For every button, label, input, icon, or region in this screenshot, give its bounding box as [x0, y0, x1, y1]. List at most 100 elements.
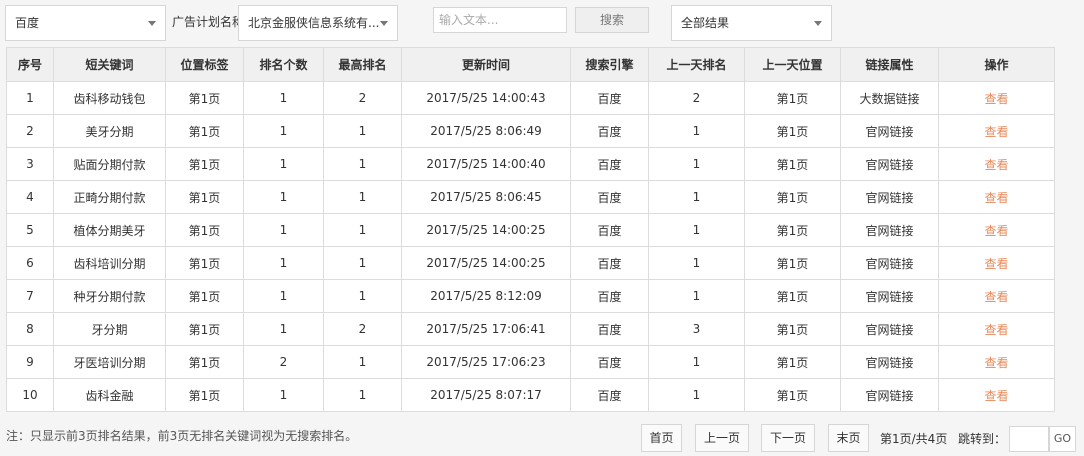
chevron-down-icon	[380, 21, 388, 26]
cell-position-tag: 第1页	[165, 213, 244, 247]
next-page-button[interactable]: 下一页	[761, 424, 815, 452]
header-link-type: 链接属性	[840, 47, 939, 82]
view-link[interactable]: 查看	[938, 279, 1055, 313]
cell-keyword: 美牙分期	[53, 114, 166, 148]
view-link[interactable]: 查看	[938, 81, 1055, 115]
cell-search-engine: 百度	[570, 180, 649, 214]
cell-prev-position: 第1页	[744, 345, 841, 379]
cell-prev-rank: 1	[648, 279, 745, 313]
table-row: 9 牙医培训分期 第1页 2 1 2017/5/25 17:06:23 百度 1 第1页 官网链接…	[6, 345, 1055, 379]
cell-best-rank: 2	[323, 312, 402, 346]
table-row: 1 齿科移动钱包 第1页 1 2 2017/5/25 14:00:43 百度 2 第1页 大数据链…	[6, 81, 1055, 115]
cell-position-tag: 第1页	[165, 378, 244, 412]
cell-best-rank: 1	[323, 180, 402, 214]
view-link[interactable]: 查看	[938, 378, 1055, 412]
table-row: 10 齿科金融 第1页 1 1 2017/5/25 8:07:17 百度 1 第1页 官网链接 查看	[6, 378, 1055, 412]
view-link[interactable]: 查看	[938, 147, 1055, 181]
table-row: 2 美牙分期 第1页 1 1 2017/5/25 8:06:49 百度 1 第1页 官网链接 查看	[6, 114, 1055, 148]
cell-best-rank: 1	[323, 345, 402, 379]
chevron-down-icon	[148, 21, 156, 26]
cell-keyword: 植体分期美牙	[53, 213, 166, 247]
jump-label: 跳转到：	[958, 432, 1007, 446]
view-link[interactable]: 查看	[938, 246, 1055, 280]
search-engine-select-value: 百度	[15, 16, 40, 30]
cell-update-time: 2017/5/25 14:00:25	[401, 213, 571, 247]
cell-best-rank: 1	[323, 378, 402, 412]
cell-prev-rank: 1	[648, 213, 745, 247]
cell-best-rank: 1	[323, 279, 402, 313]
cell-search-engine: 百度	[570, 114, 649, 148]
cell-search-engine: 百度	[570, 312, 649, 346]
cell-update-time: 2017/5/25 8:06:49	[401, 114, 571, 148]
table-row: 5 植体分期美牙 第1页 1 1 2017/5/25 14:00:25 百度 1 第1页 官网链接…	[6, 213, 1055, 247]
cell-rank-count: 1	[243, 279, 324, 313]
cell-prev-rank: 1	[648, 147, 745, 181]
view-link[interactable]: 查看	[938, 213, 1055, 247]
view-link[interactable]: 查看	[938, 114, 1055, 148]
cell-index: 1	[6, 81, 54, 115]
header-index: 序号	[6, 47, 54, 82]
cell-position-tag: 第1页	[165, 279, 244, 313]
cell-search-engine: 百度	[570, 213, 649, 247]
plan-label: 广告计划名称	[172, 15, 238, 29]
cell-rank-count: 1	[243, 114, 324, 148]
search-input[interactable]: 输入文本...	[433, 7, 567, 33]
search-button[interactable]: 搜索	[575, 7, 649, 33]
result-filter-select-value: 全部结果	[681, 16, 730, 30]
cell-update-time: 2017/5/25 17:06:41	[401, 312, 571, 346]
cell-index: 6	[6, 246, 54, 280]
result-filter-select[interactable]: 全部结果	[671, 5, 832, 41]
cell-best-rank: 1	[323, 213, 402, 247]
cell-prev-rank: 3	[648, 312, 745, 346]
first-page-button[interactable]: 首页	[641, 424, 682, 452]
cell-best-rank: 1	[323, 114, 402, 148]
header-action: 操作	[938, 47, 1055, 82]
cell-search-engine: 百度	[570, 147, 649, 181]
header-position-tag: 位置标签	[165, 47, 244, 82]
cell-best-rank: 1	[323, 147, 402, 181]
view-link[interactable]: 查看	[938, 312, 1055, 346]
cell-position-tag: 第1页	[165, 81, 244, 115]
cell-rank-count: 2	[243, 345, 324, 379]
cell-index: 5	[6, 213, 54, 247]
cell-keyword: 牙医培训分期	[53, 345, 166, 379]
table-row: 3 贴面分期付款 第1页 1 1 2017/5/25 14:00:40 百度 1 第1页 官网链接…	[6, 147, 1055, 181]
cell-update-time: 2017/5/25 14:00:25	[401, 246, 571, 280]
search-engine-select[interactable]: 百度	[5, 5, 166, 41]
cell-update-time: 2017/5/25 17:06:23	[401, 345, 571, 379]
cell-search-engine: 百度	[570, 246, 649, 280]
cell-keyword: 正畸分期付款	[53, 180, 166, 214]
chevron-down-icon	[814, 21, 822, 26]
jump-page-input[interactable]	[1009, 426, 1049, 452]
cell-keyword: 齿科移动钱包	[53, 81, 166, 115]
table-row: 7 种牙分期付款 第1页 1 1 2017/5/25 8:12:09 百度 1 第1页 官网链接查…	[6, 279, 1055, 313]
header-search-engine: 搜索引擎	[570, 47, 649, 82]
keyword-ranking-table: 序号 短关键词 位置标签 排名个数 最高排名 更新时间 搜索引擎 上一天排名 上一天位置 链接属性…	[6, 47, 1055, 412]
cell-index: 3	[6, 147, 54, 181]
last-page-button[interactable]: 末页	[828, 424, 869, 452]
cell-index: 7	[6, 279, 54, 313]
cell-index: 8	[6, 312, 54, 346]
view-link[interactable]: 查看	[938, 180, 1055, 214]
cell-update-time: 2017/5/25 14:00:43	[401, 81, 571, 115]
go-button[interactable]: GO	[1049, 426, 1076, 452]
cell-update-time: 2017/5/25 8:07:17	[401, 378, 571, 412]
cell-prev-rank: 1	[648, 114, 745, 148]
view-link[interactable]: 查看	[938, 345, 1055, 379]
cell-search-engine: 百度	[570, 279, 649, 313]
plan-select[interactable]: 北京金服侠信息系统有...	[238, 5, 398, 41]
cell-index: 2	[6, 114, 54, 148]
cell-prev-position: 第1页	[744, 378, 841, 412]
prev-page-button[interactable]: 上一页	[695, 424, 749, 452]
cell-index: 9	[6, 345, 54, 379]
cell-link-type: 官网链接	[840, 147, 939, 181]
cell-prev-position: 第1页	[744, 180, 841, 214]
cell-prev-position: 第1页	[744, 114, 841, 148]
table-row: 8 牙分期 第1页 1 2 2017/5/25 17:06:41 百度 3 第1页 官网链接 查看	[6, 312, 1055, 346]
cell-prev-position: 第1页	[744, 147, 841, 181]
cell-position-tag: 第1页	[165, 180, 244, 214]
cell-link-type: 官网链接	[840, 378, 939, 412]
cell-index: 4	[6, 180, 54, 214]
cell-search-engine: 百度	[570, 81, 649, 115]
cell-prev-rank: 1	[648, 246, 745, 280]
